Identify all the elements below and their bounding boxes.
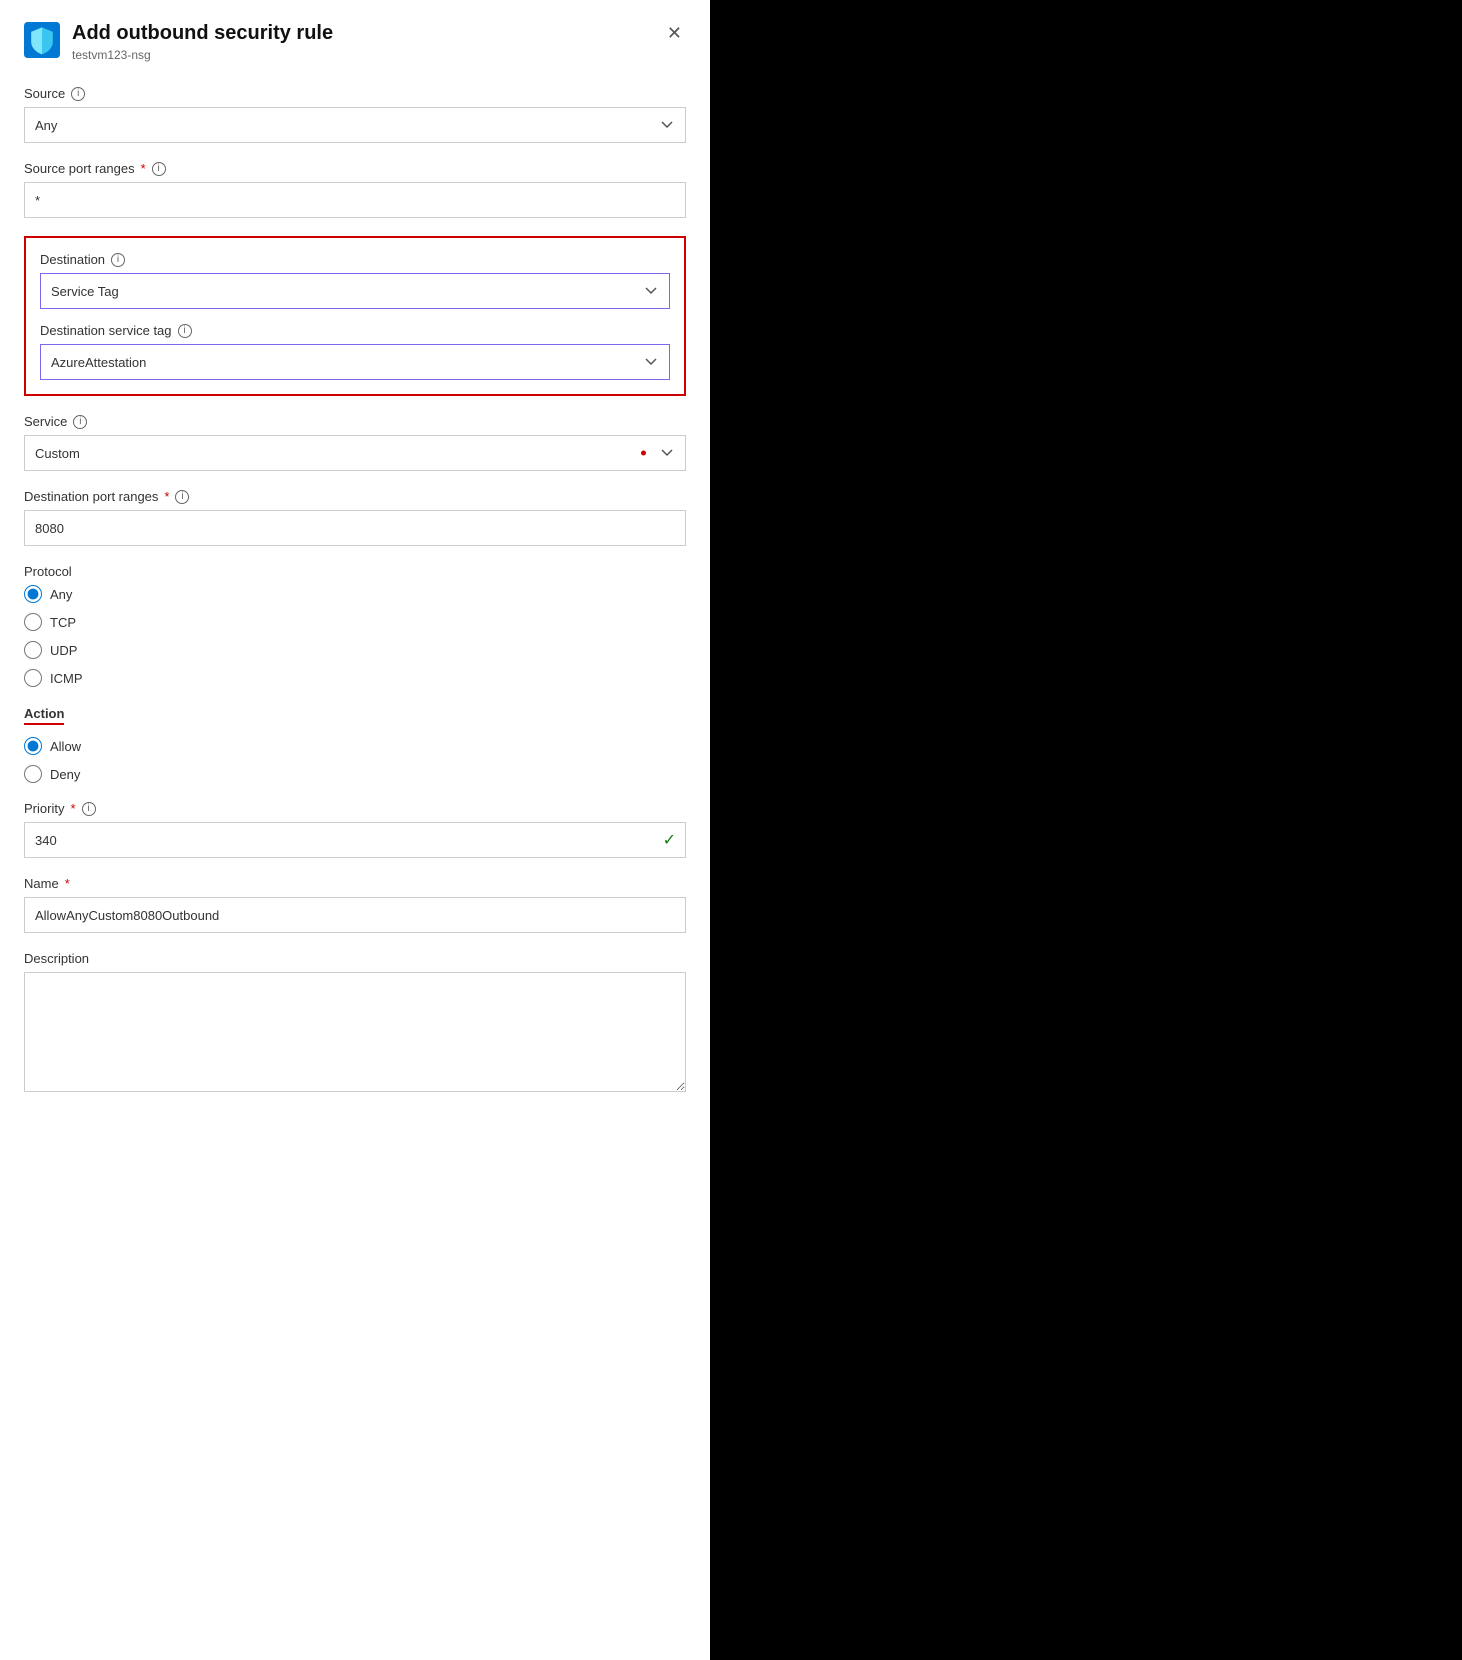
dest-port-ranges-input[interactable] xyxy=(24,510,686,546)
protocol-tcp-radio[interactable] xyxy=(24,613,42,631)
destination-label: Destination i xyxy=(40,252,670,267)
action-group: Action Allow Deny xyxy=(24,705,686,783)
dest-port-required-star: * xyxy=(164,489,169,504)
action-radio-group: Allow Deny xyxy=(24,737,686,783)
source-select[interactable]: Any xyxy=(24,107,686,143)
destination-select[interactable]: Service Tag xyxy=(40,273,670,309)
dest-port-info-icon: i xyxy=(175,490,189,504)
action-allow-label: Allow xyxy=(50,739,81,754)
action-allow-radio[interactable] xyxy=(24,737,42,755)
protocol-any-label: Any xyxy=(50,587,72,602)
source-group: Source i Any xyxy=(24,86,686,143)
source-port-ranges-label: Source port ranges * i xyxy=(24,161,686,176)
destination-highlighted-box: Destination i Service Tag Destination se… xyxy=(24,236,686,396)
priority-input-wrap: ✓ xyxy=(24,822,686,858)
source-label: Source i xyxy=(24,86,686,101)
destination-service-tag-select[interactable]: AzureAttestation xyxy=(40,344,670,380)
panel-header: Add outbound security rule testvm123-nsg… xyxy=(24,20,686,62)
source-port-info-icon: i xyxy=(152,162,166,176)
service-group: Service i Custom xyxy=(24,414,686,471)
source-port-ranges-input[interactable] xyxy=(24,182,686,218)
service-info-icon: i xyxy=(73,415,87,429)
service-select-wrap: Custom xyxy=(24,435,686,471)
name-label: Name * xyxy=(24,876,686,891)
name-input[interactable] xyxy=(24,897,686,933)
action-deny-option[interactable]: Deny xyxy=(24,765,686,783)
description-group: Description xyxy=(24,951,686,1095)
protocol-udp-option[interactable]: UDP xyxy=(24,641,686,659)
name-required-star: * xyxy=(65,876,70,891)
service-dot-indicator xyxy=(641,451,646,456)
panel-subtitle: testvm123-nsg xyxy=(72,48,333,62)
destination-service-tag-label: Destination service tag i xyxy=(40,323,670,338)
source-port-ranges-group: Source port ranges * i xyxy=(24,161,686,218)
panel-title: Add outbound security rule xyxy=(72,20,333,46)
azure-shield-icon xyxy=(24,22,60,58)
destination-info-icon: i xyxy=(111,253,125,267)
protocol-any-option[interactable]: Any xyxy=(24,585,686,603)
destination-service-tag-group: Destination service tag i AzureAttestati… xyxy=(40,323,670,380)
black-background xyxy=(710,0,1462,1660)
priority-required-star: * xyxy=(70,801,75,816)
protocol-udp-label: UDP xyxy=(50,643,77,658)
priority-info-icon: i xyxy=(82,802,96,816)
protocol-tcp-label: TCP xyxy=(50,615,76,630)
source-info-icon: i xyxy=(71,87,85,101)
protocol-icmp-option[interactable]: ICMP xyxy=(24,669,686,687)
destination-group: Destination i Service Tag xyxy=(40,252,670,309)
priority-valid-icon: ✓ xyxy=(663,830,676,850)
dest-port-ranges-label: Destination port ranges * i xyxy=(24,489,686,504)
panel: Add outbound security rule testvm123-nsg… xyxy=(0,0,710,1660)
protocol-group: Protocol Any TCP UDP ICMP xyxy=(24,564,686,687)
protocol-udp-radio[interactable] xyxy=(24,641,42,659)
dest-port-ranges-group: Destination port ranges * i xyxy=(24,489,686,546)
protocol-icmp-label: ICMP xyxy=(50,671,83,686)
source-port-required-star: * xyxy=(141,161,146,176)
action-label: Action xyxy=(24,706,64,725)
protocol-label: Protocol xyxy=(24,564,686,579)
action-deny-label: Deny xyxy=(50,767,80,782)
protocol-any-radio[interactable] xyxy=(24,585,42,603)
priority-group: Priority * i ✓ xyxy=(24,801,686,858)
destination-service-tag-info-icon: i xyxy=(178,324,192,338)
close-button[interactable]: ✕ xyxy=(663,20,686,46)
priority-label: Priority * i xyxy=(24,801,686,816)
action-allow-option[interactable]: Allow xyxy=(24,737,686,755)
priority-input[interactable] xyxy=(24,822,686,858)
action-deny-radio[interactable] xyxy=(24,765,42,783)
panel-title-group: Add outbound security rule testvm123-nsg xyxy=(24,20,333,62)
protocol-tcp-option[interactable]: TCP xyxy=(24,613,686,631)
service-select[interactable]: Custom xyxy=(24,435,686,471)
panel-title-text-group: Add outbound security rule testvm123-nsg xyxy=(72,20,333,62)
description-textarea[interactable] xyxy=(24,972,686,1092)
description-label: Description xyxy=(24,951,686,966)
protocol-icmp-radio[interactable] xyxy=(24,669,42,687)
service-label: Service i xyxy=(24,414,686,429)
protocol-radio-group: Any TCP UDP ICMP xyxy=(24,585,686,687)
name-group: Name * xyxy=(24,876,686,933)
